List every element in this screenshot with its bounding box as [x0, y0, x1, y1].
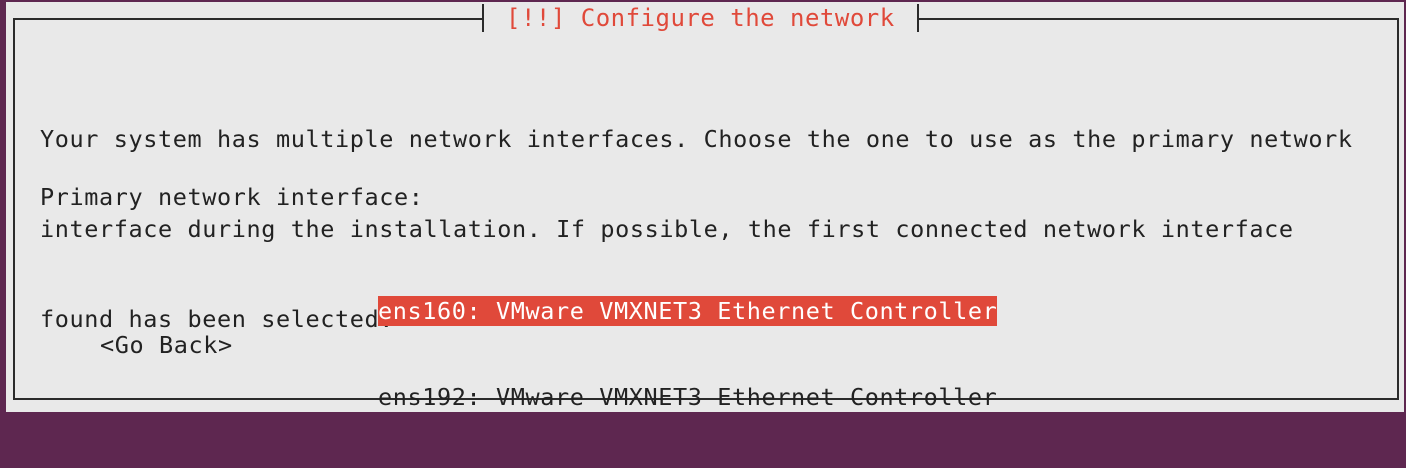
interface-option-ens192[interactable]: ens192: VMware VMXNET3 Ethernet Controll…	[378, 382, 997, 412]
go-back-button[interactable]: <Go Back>	[100, 330, 233, 360]
interface-option-ens160[interactable]: ens160: VMware VMXNET3 Ethernet Controll…	[378, 296, 998, 326]
dialog-title-box: [!!] Configure the network	[482, 4, 919, 32]
installer-screen: [!!] Configure the network Your system h…	[0, 0, 1406, 416]
description-line: Your system has multiple network interfa…	[40, 125, 1353, 153]
dialog-title: [!!] Configure the network	[506, 4, 895, 32]
configure-network-dialog: [!!] Configure the network Your system h…	[6, 2, 1404, 412]
title-right-bracket	[916, 4, 919, 32]
primary-interface-label: Primary network interface:	[40, 183, 424, 211]
interface-list: ens160: VMware VMXNET3 Ethernet Controll…	[378, 240, 998, 468]
